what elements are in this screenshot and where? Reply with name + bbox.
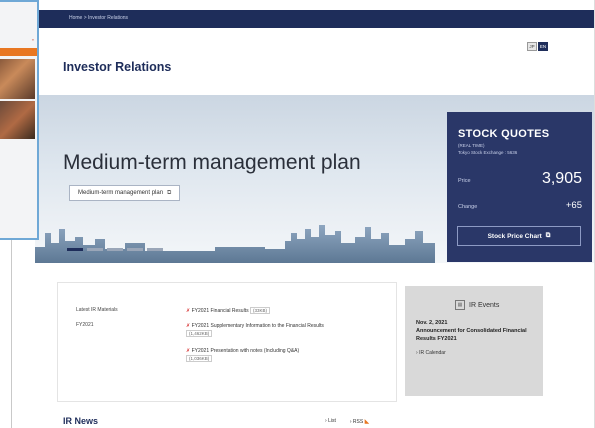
hero-title: Medium-term management plan bbox=[63, 151, 361, 174]
popup-text bbox=[0, 2, 37, 35]
stock-quotes-panel: STOCK QUOTES (REAL TIME) Tokyo Stock Exc… bbox=[447, 112, 592, 262]
ir-events-box: ▦ IR Events Nov. 2, 2021 Announcement fo… bbox=[405, 286, 543, 396]
news-rss-link[interactable]: › RSS ◣ bbox=[350, 418, 369, 425]
material-item-size: (33KB) bbox=[249, 307, 270, 314]
price-value: 3,905 bbox=[541, 170, 582, 187]
news-links: › List › RSS ◣ bbox=[325, 418, 369, 425]
materials-label: Latest IR Materials bbox=[76, 307, 118, 313]
news-list-link[interactable]: › List bbox=[325, 418, 336, 425]
stock-exchange-note: Tokyo Stock Exchange : 5636 bbox=[458, 150, 518, 155]
external-link-icon: ⧉ bbox=[545, 232, 551, 239]
material-item[interactable]: ✗ FY2021 Presentation with notes (Includ… bbox=[186, 347, 386, 363]
popup-link[interactable]: » bbox=[0, 35, 37, 42]
popup-photo-1 bbox=[0, 59, 35, 99]
ir-materials-box: Latest IR Materials FY2021 ✗ FY2021 Fina… bbox=[57, 282, 397, 402]
stock-price-chart-label: Stock Price Chart bbox=[487, 232, 542, 240]
ir-news-title: IR News bbox=[63, 416, 99, 426]
ir-events-heading: IR Events bbox=[469, 301, 500, 309]
carousel-dot-1[interactable] bbox=[67, 248, 83, 251]
carousel-dot-4[interactable] bbox=[127, 248, 143, 251]
chevron-right-icon: › bbox=[325, 418, 327, 424]
price-label: Price bbox=[458, 178, 471, 184]
carousel-dot-2[interactable] bbox=[87, 248, 103, 251]
page-title: Investor Relations bbox=[63, 60, 172, 74]
ir-events-header: ▦ IR Events bbox=[455, 300, 499, 310]
popup-orange-bar bbox=[0, 48, 37, 56]
popup-photo-2 bbox=[0, 101, 35, 139]
pdf-icon: ✗ bbox=[186, 348, 191, 354]
change-value: +65 bbox=[565, 200, 582, 211]
page: » Home > Investor Relations JP EN Invest… bbox=[0, 0, 595, 428]
stock-realtime-note: (REAL TIME) bbox=[458, 143, 485, 148]
news-rss-label: RSS bbox=[352, 419, 364, 425]
pdf-icon: ✗ bbox=[186, 308, 191, 314]
material-item-size: (1,462KB) bbox=[186, 330, 213, 337]
language-switcher: JP EN bbox=[527, 42, 548, 51]
chevron-right-icon: › bbox=[416, 350, 418, 356]
rss-icon: ◣ bbox=[364, 419, 370, 425]
calendar-icon: ▦ bbox=[455, 300, 465, 310]
materials-year: FY2021 bbox=[76, 322, 94, 328]
stock-heading: STOCK QUOTES bbox=[458, 128, 550, 140]
material-item-text[interactable]: FY2021 Supplementary Information to the … bbox=[192, 323, 324, 329]
breadcrumb[interactable]: Home > Investor Relations bbox=[69, 15, 128, 21]
hero-tag-button[interactable]: Medium-term management plan ⧉ bbox=[69, 185, 181, 201]
chevron-right-icon: › bbox=[349, 419, 352, 425]
carousel-dot-3[interactable] bbox=[107, 248, 123, 251]
lang-en-button[interactable]: EN bbox=[538, 42, 548, 51]
ir-calendar-label: IR Calendar bbox=[419, 350, 446, 356]
change-label: Change bbox=[458, 204, 478, 210]
ir-calendar-link[interactable]: › IR Calendar bbox=[416, 350, 446, 356]
material-item-size: (1,036KB) bbox=[186, 355, 213, 362]
material-item[interactable]: ✗ FY2021 Financial Results (33KB) bbox=[186, 307, 270, 315]
carousel-indicators bbox=[67, 248, 163, 251]
overlay-popup[interactable]: » bbox=[0, 0, 39, 240]
lang-jp-button[interactable]: JP bbox=[527, 42, 537, 51]
event-title[interactable]: Announcement for Consolidated Financial … bbox=[416, 328, 536, 343]
external-link-icon: ⧉ bbox=[167, 189, 172, 196]
material-item[interactable]: ✗ FY2021 Supplementary Information to th… bbox=[186, 322, 386, 338]
material-item-text[interactable]: FY2021 Presentation with notes (Includin… bbox=[192, 348, 300, 354]
carousel-dot-5[interactable] bbox=[147, 248, 163, 251]
pdf-icon: ✗ bbox=[186, 323, 191, 329]
top-navigation-bar: Home > Investor Relations bbox=[35, 10, 595, 28]
stock-price-chart-button[interactable]: Stock Price Chart ⧉ bbox=[457, 226, 581, 246]
hero-tag-label: Medium-term management plan bbox=[78, 190, 164, 196]
main-frame: Home > Investor Relations JP EN Investor… bbox=[35, 0, 595, 428]
event-date: Nov. 2, 2021 bbox=[416, 320, 448, 326]
material-item-text[interactable]: FY2021 Financial Results bbox=[192, 308, 249, 314]
news-list-label: List bbox=[328, 418, 336, 424]
